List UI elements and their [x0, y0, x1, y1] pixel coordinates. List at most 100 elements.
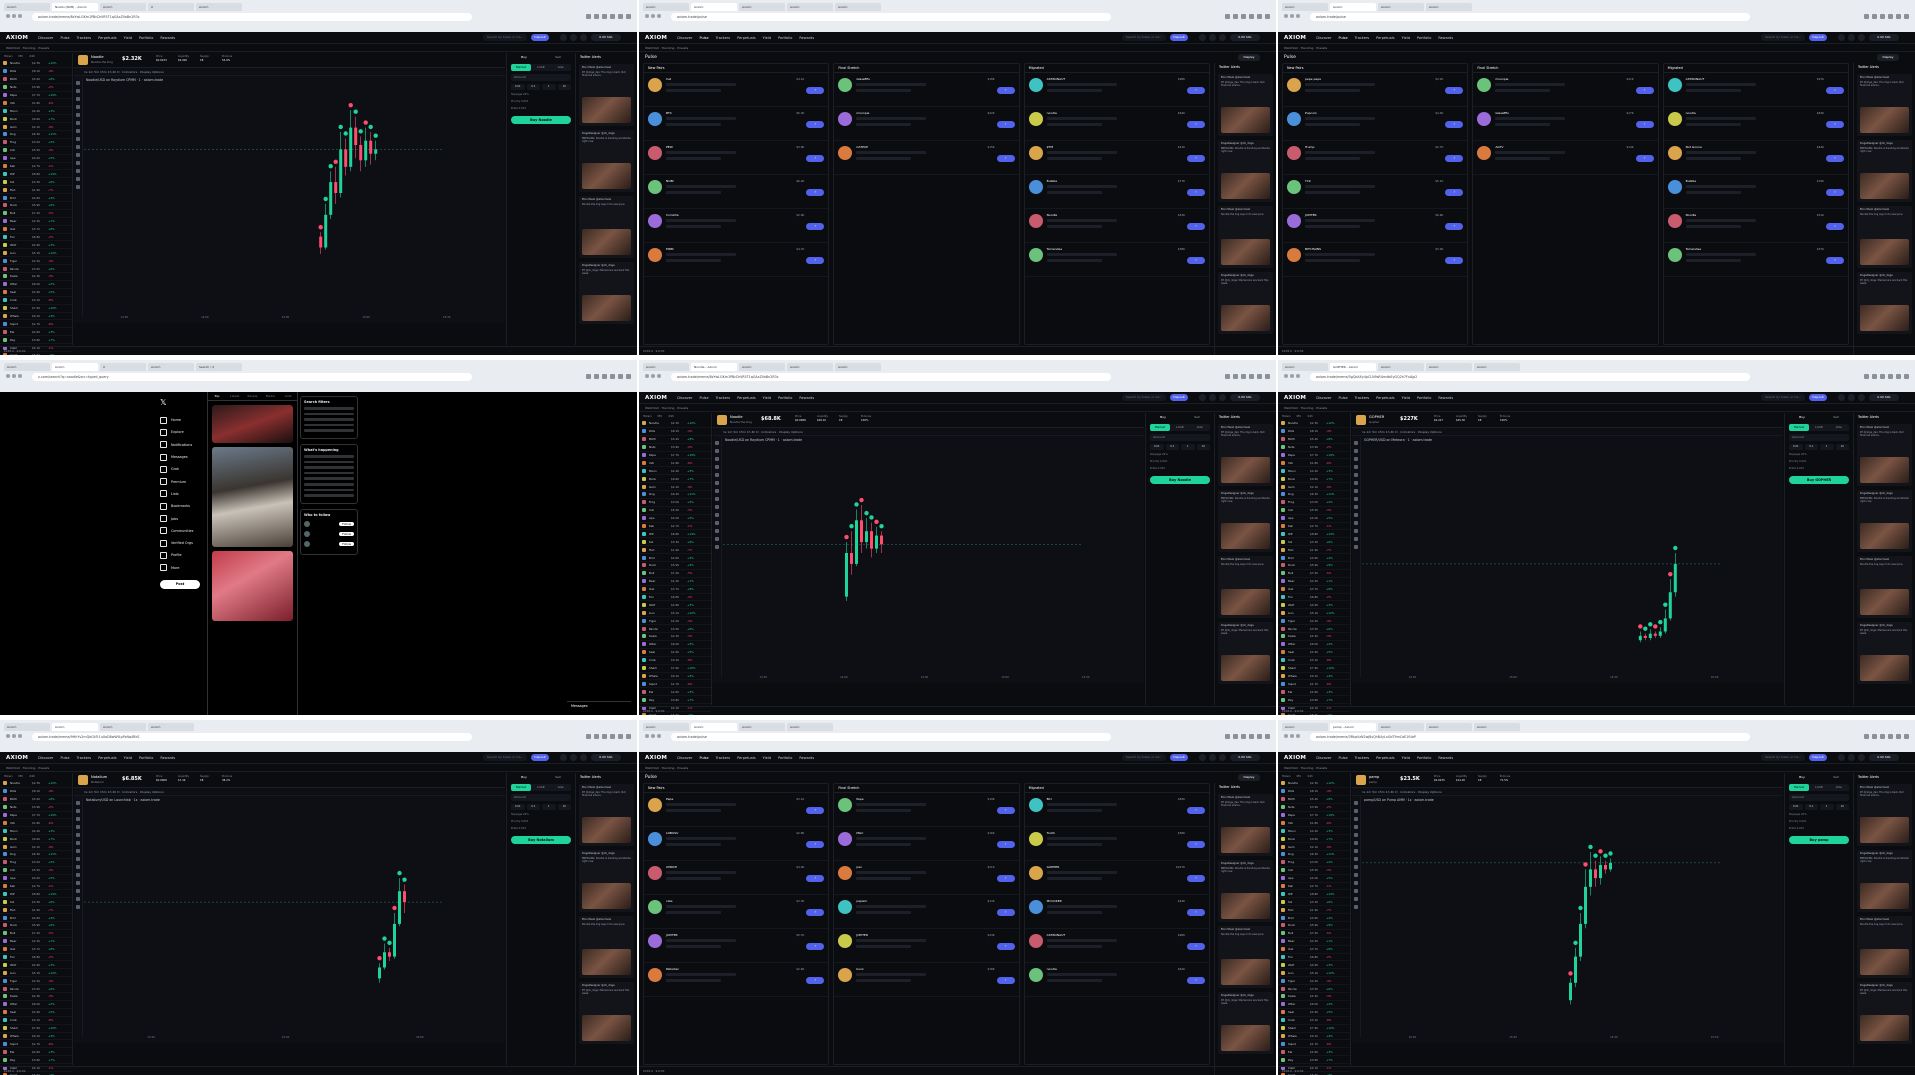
drawing-tool-icon[interactable]: [1354, 545, 1358, 549]
trend-item[interactable]: [304, 494, 354, 497]
tweet-card[interactable]: DogeDesigner @cb_doge BREAKING: Noodle is…: [1218, 490, 1273, 552]
nav-arrow-icon[interactable]: [1296, 374, 1300, 378]
preset-button[interactable]: 1: [542, 84, 556, 90]
browser-tab[interactable]: Search / X: [196, 363, 242, 371]
watchlist-row[interactable]: Dog $6.3K +11%: [1278, 851, 1350, 859]
drawing-tool-icon[interactable]: [76, 905, 80, 909]
watchlist-row[interactable]: Wif $8.8K +14%: [0, 170, 72, 179]
nav-item[interactable]: Perpetuals: [737, 756, 755, 760]
tweet-card[interactable]: Elon Musk @elonmusk RT @doge_dev: The dog…: [579, 64, 634, 126]
quick-buy-button[interactable]: ⚡: [1186, 909, 1205, 916]
tweet-card[interactable]: Elon Musk @elonmusk RT @doge_dev: The dog…: [1857, 784, 1912, 846]
watchlist-row[interactable]: Wolf $4.9K +3%: [1278, 961, 1350, 970]
preset-button[interactable]: 0.1: [526, 84, 540, 90]
watchlist-row[interactable]: Bonk $9.6K +7%: [0, 115, 72, 124]
browser-tab[interactable]: Noodle - Axiom: [691, 363, 737, 371]
extension-icon[interactable]: [626, 14, 631, 19]
tweet-card[interactable]: DogeDesigner @cb_doge RT @cb_doge: Memeco…: [1218, 992, 1273, 1054]
token-card[interactable]: Trump $2.7K ⚡: [1283, 141, 1468, 175]
watchlist-row[interactable]: Wif $8.8K +14%: [1278, 890, 1350, 899]
trend-item[interactable]: [304, 471, 354, 475]
quick-buy-button[interactable]: ⚡: [806, 909, 825, 916]
watchlist-row[interactable]: Shark $7.9K +10%: [1278, 1025, 1350, 1033]
drawing-tool-icon[interactable]: [715, 537, 719, 541]
browser-tab[interactable]: Axiom: [643, 723, 689, 731]
watchlist-row[interactable]: Nuts $3.9K -2%: [0, 84, 72, 92]
extension-icon[interactable]: [1904, 374, 1909, 379]
drawing-tool-icon[interactable]: [1354, 481, 1358, 485]
watchlist-row[interactable]: Ape $4.0K +5%: [0, 155, 72, 163]
watchlist-row[interactable]: Moon $4.4K +3%: [0, 827, 72, 836]
order-type-option[interactable]: Market: [1150, 424, 1170, 431]
watchlist-row[interactable]: Sol $3.3K +6%: [639, 538, 711, 547]
browser-nav-buttons[interactable]: [6, 374, 28, 380]
trade-marker[interactable]: [849, 524, 854, 529]
quick-buy-button[interactable]: ⚡: [996, 807, 1015, 814]
watchlist-row[interactable]: Pepe $7.7K +19%: [0, 812, 72, 820]
extension-icon[interactable]: [1880, 734, 1885, 739]
price-chart[interactable]: 1s 1m 5m 15m 1h 4h D · Indicators · Disp…: [1352, 788, 1783, 1043]
extension-icon[interactable]: [1241, 14, 1246, 19]
token-card[interactable]: Noodle $51K ⚡: [1663, 209, 1848, 243]
drawing-tool-icon[interactable]: [715, 481, 719, 485]
watchlist-row[interactable]: Bonk $9.6K +7%: [0, 835, 72, 844]
token-card[interactable]: Bubble $77K ⚡: [1024, 175, 1209, 209]
nav-item[interactable]: Trackers: [1355, 396, 1369, 400]
watchlist-row[interactable]: Duck $5.9K +9%: [0, 922, 72, 930]
drawing-tool-icon[interactable]: [76, 897, 80, 901]
preset-button[interactable]: 1: [1181, 444, 1195, 450]
nav-item[interactable]: Pulse: [699, 396, 708, 400]
nav-item[interactable]: Trackers: [1355, 36, 1369, 40]
watchlist-row[interactable]: Dog $6.3K +11%: [0, 131, 72, 139]
extension-icon[interactable]: [1888, 734, 1893, 739]
preset-button[interactable]: 10: [557, 84, 571, 90]
quick-buy-button[interactable]: ⚡: [1186, 807, 1205, 814]
quick-buy-button[interactable]: ⚡: [1186, 257, 1205, 264]
quick-buy-button[interactable]: ⚡: [1825, 121, 1844, 128]
follow-button[interactable]: Follow: [339, 521, 354, 526]
order-tab[interactable]: Sell: [1180, 413, 1214, 421]
tweet-card[interactable]: DogeDesigner @cb_doge RT @cb_doge: Memeco…: [1218, 622, 1273, 684]
drawing-tool-icon[interactable]: [76, 169, 80, 173]
nav-item[interactable]: Perpetuals: [1376, 396, 1394, 400]
trade-marker[interactable]: [1578, 905, 1583, 911]
search-input[interactable]: Search by token or CA...: [1761, 394, 1805, 401]
nav-item[interactable]: Portfolio: [1417, 36, 1431, 40]
x-nav-item[interactable]: Verified Orgs: [160, 537, 210, 549]
drawing-tool-icon[interactable]: [1354, 505, 1358, 509]
tweet-card[interactable]: Elon Musk @elonmusk Noodle the dog says h…: [1857, 916, 1912, 978]
watchlist-row[interactable]: Tiger $2.2K -4%: [1278, 617, 1350, 626]
token-card[interactable]: Tamandee $38K ⚡: [1024, 243, 1209, 277]
watchlist-row[interactable]: BAYC $5.2K +8%: [1278, 796, 1350, 804]
browser-tab[interactable]: GOPHER - Axiom: [1330, 363, 1376, 371]
tweet-card[interactable]: DogeDesigner @cb_doge RT @cb_doge: Memeco…: [579, 982, 634, 1044]
drawing-tool-icon[interactable]: [1354, 873, 1358, 877]
amount-input[interactable]: Amount: [511, 74, 571, 81]
watchlist-row[interactable]: Bonk $9.6K +7%: [639, 475, 711, 484]
drawing-tool-icon[interactable]: [1354, 825, 1358, 829]
browser-tab[interactable]: Axiom: [100, 723, 146, 731]
token-card[interactable]: JUPITER $6.6K ⚡: [1283, 209, 1468, 243]
candlestick-chart[interactable]: [1362, 444, 1722, 662]
search-input[interactable]: Search by token or CA...: [1122, 394, 1166, 401]
order-tab[interactable]: Buy: [507, 773, 541, 781]
drawing-tool-icon[interactable]: [76, 873, 80, 877]
chart-toolbar[interactable]: 1s 1m 5m 15m 1h 4h D · Indicators · Disp…: [1352, 428, 1783, 436]
filter-option[interactable]: [304, 429, 354, 432]
quick-buy-button[interactable]: ⚡: [1186, 189, 1205, 196]
extension-icon[interactable]: [1249, 14, 1254, 19]
watchlist-row[interactable]: Bull $7.2K -5%: [0, 210, 72, 218]
post-button[interactable]: Post: [160, 579, 200, 589]
trend-item[interactable]: [304, 460, 354, 464]
extension-icon[interactable]: [1896, 14, 1901, 19]
watchlist-row[interactable]: Tiger $2.2K -4%: [0, 257, 72, 266]
watchlist-row[interactable]: Eel $2.6K +3%: [1278, 688, 1350, 697]
settings-icon[interactable]: [1199, 34, 1206, 41]
nav-arrow-icon[interactable]: [645, 374, 649, 378]
drawing-tool-icon[interactable]: [76, 801, 80, 805]
trade-marker[interactable]: [353, 109, 358, 114]
trade-marker[interactable]: [392, 905, 397, 911]
tweet-card[interactable]: Elon Musk @elonmusk Noodle the dog says h…: [1857, 206, 1912, 268]
tweet-card[interactable]: Elon Musk @elonmusk RT @doge_dev: The dog…: [1218, 74, 1273, 136]
watchlist-row[interactable]: Duck $5.9K +9%: [1278, 562, 1350, 570]
